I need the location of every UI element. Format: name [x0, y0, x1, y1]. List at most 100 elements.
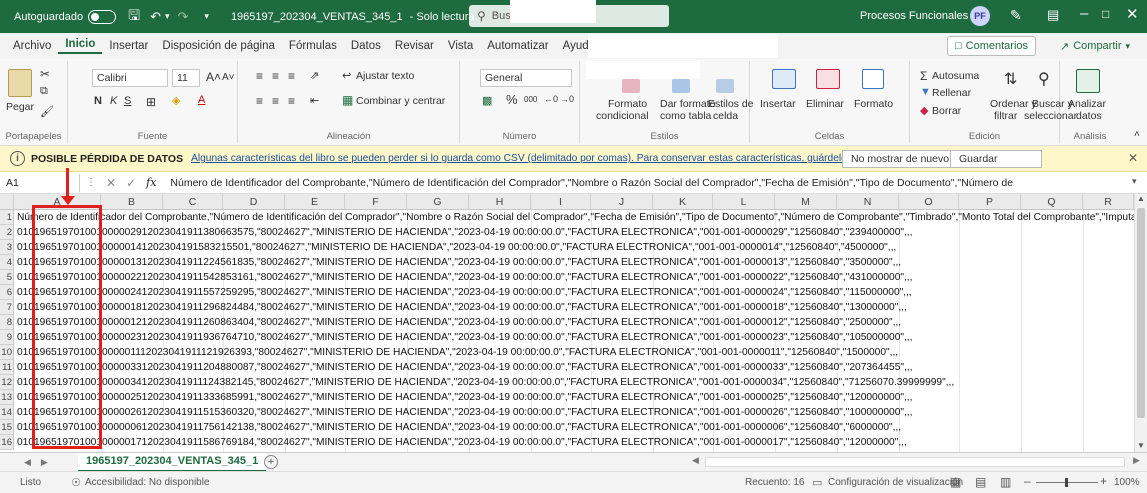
avatar[interactable]: PF: [970, 6, 990, 26]
column-header-o[interactable]: O: [899, 194, 959, 210]
autosum-label[interactable]: Autosuma: [932, 70, 979, 82]
increase-decimal-icon[interactable]: ←0: [544, 94, 558, 104]
column-header-d[interactable]: D: [223, 194, 285, 210]
font-name-dropdown[interactable]: Calibri: [92, 69, 168, 87]
delete-cells-label[interactable]: Eliminar: [806, 98, 844, 110]
menu-automatizar[interactable]: Automatizar: [480, 40, 555, 52]
prev-sheet-icon[interactable]: ◀: [24, 457, 31, 468]
autosum-icon[interactable]: Σ: [920, 69, 927, 83]
align-middle-icon[interactable]: ≡: [272, 69, 279, 83]
italic-icon[interactable]: K: [110, 95, 117, 107]
dont-show-again-button[interactable]: No mostrar de nuevo: [842, 150, 959, 168]
column-header-h[interactable]: H: [469, 194, 531, 210]
pen-icon[interactable]: ✎: [1010, 7, 1022, 24]
paste-label[interactable]: Pegar: [6, 101, 34, 113]
wrap-text-button[interactable]: Ajustar texto: [356, 70, 414, 82]
cell-row[interactable]: 010196519701001000001412023041915832155­…: [17, 240, 896, 255]
thousands-icon[interactable]: 000: [524, 95, 537, 104]
fill-label[interactable]: Rellenar: [932, 87, 971, 99]
cell-styles-label-1[interactable]: Estilos de: [708, 98, 754, 110]
row-header[interactable]: 14: [0, 405, 14, 420]
sort-filter-icon[interactable]: ⇅: [1004, 69, 1017, 89]
menu-archivo[interactable]: Archivo: [6, 40, 58, 52]
row-header[interactable]: 5: [0, 270, 14, 285]
row-header[interactable]: 12: [0, 375, 14, 390]
sort-label-2[interactable]: filtrar: [994, 110, 1017, 122]
cell-row[interactable]: 0101965197010010000024120230419115572592…: [17, 285, 912, 300]
percent-icon[interactable]: %: [506, 92, 518, 107]
zoom-in-icon[interactable]: +: [1100, 474, 1107, 488]
column-header-i[interactable]: I: [531, 194, 591, 210]
save-icon[interactable]: 🖫: [128, 5, 140, 29]
decrease-decimal-icon[interactable]: →0: [560, 94, 574, 104]
column-header-j[interactable]: J: [591, 194, 653, 210]
menu-vista[interactable]: Vista: [441, 40, 480, 52]
conditional-format-icon[interactable]: [622, 79, 640, 93]
ribbon-display-icon[interactable]: ▤: [1047, 7, 1059, 23]
cell-row[interactable]: 0101965197010010000011120230419111219263…: [17, 345, 898, 360]
spreadsheet-grid[interactable]: A B C D E F G H I J K L M N O P Q R 1 2 …: [0, 194, 1134, 452]
function-icon[interactable]: fx: [146, 176, 156, 189]
add-sheet-button[interactable]: +: [264, 455, 278, 469]
customize-qat-icon[interactable]: ▾: [204, 11, 209, 22]
cell-styles-label-2[interactable]: celda: [713, 110, 738, 122]
hscroll-right-icon[interactable]: ▶: [1133, 455, 1140, 466]
column-header-q[interactable]: Q: [1021, 194, 1083, 210]
scroll-up-icon[interactable]: ▲: [1137, 194, 1145, 203]
row-header[interactable]: 11: [0, 360, 14, 375]
increase-font-icon[interactable]: A˄: [206, 70, 221, 84]
vertical-scrollbar[interactable]: ▲ ▼: [1134, 194, 1147, 452]
insert-cells-icon[interactable]: [772, 69, 796, 89]
maximize-icon[interactable]: □: [1102, 7, 1109, 21]
page-break-icon[interactable]: ▥: [1000, 475, 1011, 489]
column-header-g[interactable]: G: [407, 194, 469, 210]
display-settings-label[interactable]: Configuración de visualización: [828, 477, 963, 488]
cell-row[interactable]: 0101965197010010000023120230419119367647…: [17, 330, 912, 345]
row-header[interactable]: 15: [0, 420, 14, 435]
fill-color-icon[interactable]: ◈: [172, 94, 180, 107]
cell-row[interactable]: 0101965197010010000006120230419117561421…: [17, 420, 901, 435]
select-all-corner[interactable]: [0, 194, 14, 210]
page-layout-icon[interactable]: ▤: [975, 475, 986, 489]
row-header[interactable]: 4: [0, 255, 14, 270]
cell-row[interactable]: 0101965197010010000022120230419115428531…: [17, 270, 912, 285]
align-right-icon[interactable]: ≡: [288, 94, 295, 108]
merge-icon[interactable]: ▦: [342, 93, 353, 107]
format-cells-icon[interactable]: [862, 69, 884, 89]
zoom-out-icon[interactable]: –: [1024, 474, 1031, 488]
row-header[interactable]: 8: [0, 315, 14, 330]
column-header-r[interactable]: R: [1083, 194, 1134, 210]
copy-icon[interactable]: ⧉: [40, 85, 48, 98]
more-options-icon[interactable]: ⋮: [86, 177, 96, 188]
column-header-f[interactable]: F: [345, 194, 407, 210]
zoom-slider-thumb[interactable]: [1065, 478, 1068, 487]
borders-icon[interactable]: ⊞: [146, 95, 156, 109]
infobar-message[interactable]: Algunas características del libro se pue…: [191, 153, 955, 164]
analyze-data-icon[interactable]: [1076, 69, 1100, 93]
cell-row[interactable]: 0101965197010010000034120230419111243821…: [17, 375, 954, 390]
hscroll-left-icon[interactable]: ◀: [692, 455, 699, 466]
row-header[interactable]: 16: [0, 435, 14, 450]
cell-row[interactable]: 0101965197010010000026120230419115153603…: [17, 405, 912, 420]
cancel-icon[interactable]: ✕: [106, 176, 116, 190]
column-header-k[interactable]: K: [653, 194, 713, 210]
save-as-button[interactable]: Guardar como...: [950, 150, 1042, 181]
font-color-icon[interactable]: A: [198, 94, 205, 106]
insert-cells-label[interactable]: Insertar: [760, 98, 796, 110]
paste-icon[interactable]: [8, 69, 32, 97]
wrap-text-icon[interactable]: ↩: [342, 69, 351, 82]
horizontal-scrollbar[interactable]: [705, 457, 1125, 467]
align-top-icon[interactable]: ≡: [256, 69, 263, 83]
scrollbar-thumb[interactable]: [1137, 208, 1145, 418]
font-size-dropdown[interactable]: 11: [172, 69, 200, 87]
expand-formula-icon[interactable]: ▾: [1132, 176, 1137, 187]
comments-button[interactable]: □ Comentarios: [947, 36, 1037, 56]
analyze-label-1[interactable]: Analizar: [1068, 98, 1106, 110]
menu-formulas[interactable]: Fórmulas: [282, 40, 344, 52]
fill-icon[interactable]: ▼: [920, 86, 931, 98]
normal-view-icon[interactable]: ▦: [950, 475, 961, 489]
column-header-m[interactable]: M: [775, 194, 837, 210]
accessibility-status[interactable]: Accesibilidad: No disponible: [85, 477, 210, 488]
cell-row[interactable]: 0101965197010010000018120230419112968244…: [17, 300, 907, 315]
column-header-c[interactable]: C: [163, 194, 223, 210]
